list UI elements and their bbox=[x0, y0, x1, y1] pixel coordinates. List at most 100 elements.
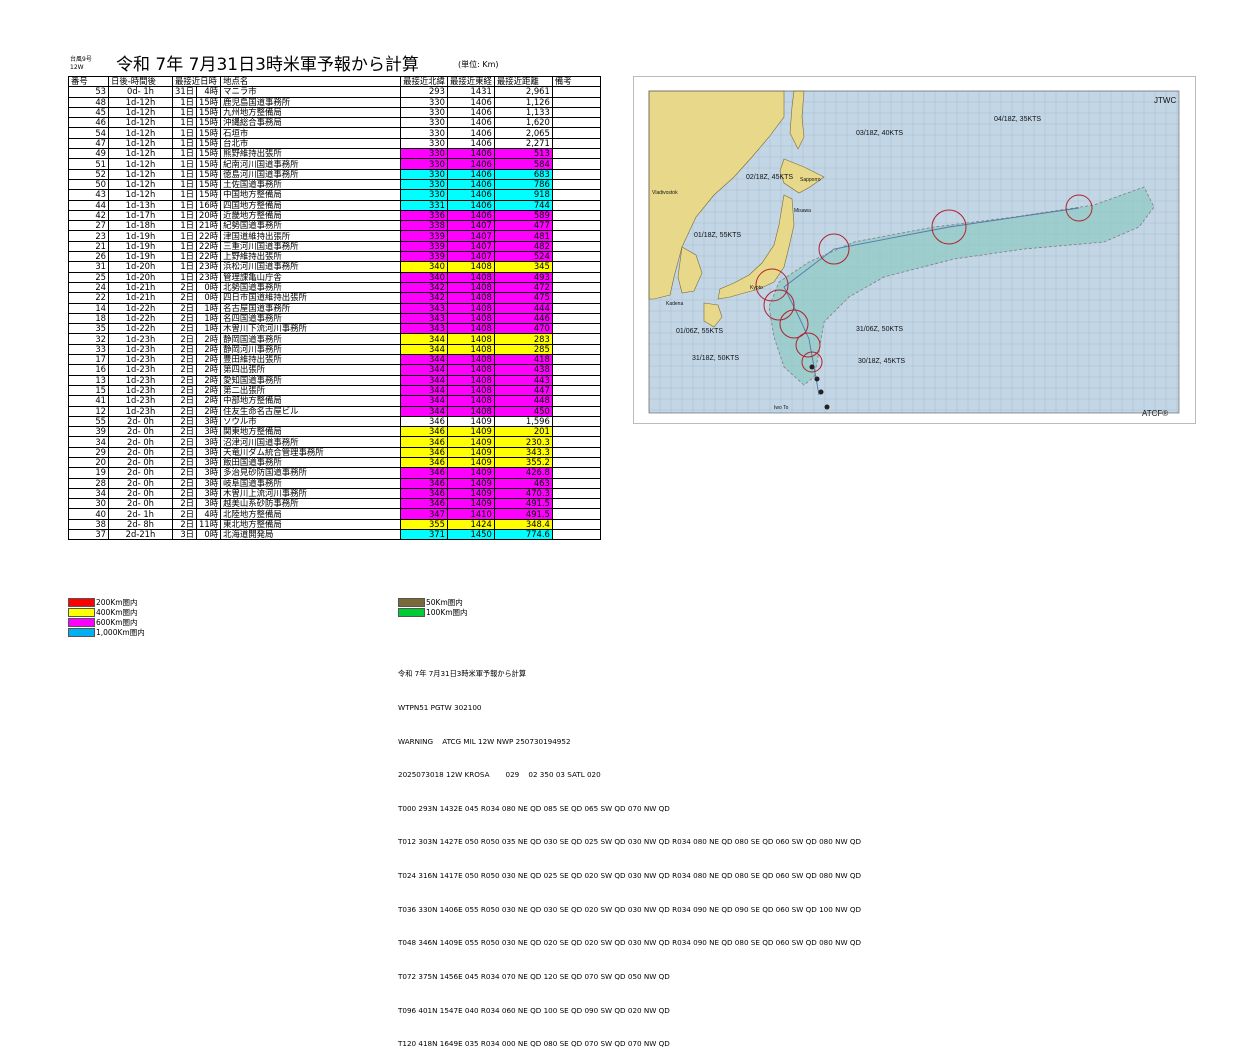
row-time: 4時 bbox=[196, 508, 222, 520]
row-after: 2d- 0h bbox=[108, 426, 173, 438]
row-time: 1時 bbox=[196, 302, 222, 314]
forecast-label: 03/18Z, 40KTS bbox=[856, 130, 903, 137]
row-lon: 1408 bbox=[446, 271, 495, 283]
row-note bbox=[551, 117, 601, 129]
row-after: 1d-12h bbox=[108, 178, 173, 191]
table-row: 44 1d-13h 1日 16時 四国地方整備局 331 1406 744 bbox=[68, 199, 601, 211]
row-time: 3時 bbox=[196, 415, 222, 428]
row-lat: 343 bbox=[400, 312, 448, 325]
row-number: 41 bbox=[68, 395, 109, 407]
row-date: 1日 bbox=[171, 209, 198, 222]
row-after: 1d-12h bbox=[108, 168, 173, 180]
col-header-note: 備考 bbox=[551, 75, 601, 88]
row-place-name: 紀南河川国道事務所 bbox=[220, 158, 402, 170]
row-distance: 524 bbox=[493, 251, 553, 263]
row-place-name: 近畿地方整備局 bbox=[220, 209, 402, 222]
row-lat: 344 bbox=[400, 364, 448, 376]
row-time: 11時 bbox=[196, 518, 222, 531]
row-lat: 339 bbox=[400, 240, 448, 253]
row-lon: 1406 bbox=[446, 178, 495, 191]
row-lat: 330 bbox=[400, 117, 448, 129]
row-lat: 330 bbox=[400, 158, 448, 170]
row-lat: 330 bbox=[400, 127, 448, 139]
row-date: 2日 bbox=[171, 395, 198, 407]
table-row: 54 1d-12h 1日 15時 石垣市 330 1406 2,065 bbox=[68, 127, 601, 139]
row-number: 18 bbox=[68, 312, 109, 325]
row-place-name: 四国地方整備局 bbox=[220, 199, 402, 211]
place-label: Misawa bbox=[794, 208, 811, 214]
legend-swatch bbox=[68, 598, 95, 607]
col-header-datetime: 最接近日時 bbox=[171, 75, 222, 88]
warning-line: T024 316N 1417E 050 R050 030 NE QD 025 S… bbox=[398, 871, 862, 881]
row-number: 25 bbox=[68, 271, 109, 283]
row-after: 1d-19h bbox=[108, 251, 173, 263]
row-date: 1日 bbox=[171, 127, 198, 139]
row-after: 1d-12h bbox=[108, 96, 173, 108]
row-number: 47 bbox=[68, 137, 109, 150]
row-lat: 336 bbox=[400, 209, 448, 222]
table-row: 15 1d-23h 2日 2時 第二出張所 344 1408 447 bbox=[68, 384, 601, 397]
row-lon: 1406 bbox=[446, 117, 495, 129]
table-row: 41 1d-23h 2日 2時 中部地方整備局 344 1408 448 bbox=[68, 395, 601, 407]
row-date: 2日 bbox=[171, 364, 198, 376]
warning-line: T096 401N 1547E 040 R034 060 NE QD 100 S… bbox=[398, 1005, 670, 1015]
row-note bbox=[551, 251, 601, 263]
row-lon: 1406 bbox=[446, 96, 495, 108]
page-title: 令和 7年 7月31日3時米軍予報から計算 bbox=[116, 55, 419, 75]
row-place-name: 中部地方整備局 bbox=[220, 395, 402, 407]
row-time: 15時 bbox=[196, 168, 222, 180]
row-place-name: 木曽川上流河川事務所 bbox=[220, 487, 402, 500]
row-time: 2時 bbox=[196, 333, 222, 345]
row-lon: 1407 bbox=[446, 220, 495, 232]
row-number: 20 bbox=[68, 456, 109, 469]
row-note bbox=[551, 261, 601, 273]
row-date: 1日 bbox=[171, 117, 198, 129]
table-row: 40 2d- 1h 2日 4時 北陸地方整備局 347 1410 491.5 bbox=[68, 508, 601, 520]
warning-line: T036 330N 1406E 055 R050 030 NE QD 030 S… bbox=[398, 904, 862, 914]
row-time: 0時 bbox=[196, 292, 222, 304]
row-note bbox=[551, 148, 601, 160]
row-distance: 472 bbox=[493, 281, 553, 294]
row-distance: 201 bbox=[493, 426, 553, 438]
row-date: 1日 bbox=[171, 137, 198, 150]
position-marker bbox=[818, 389, 824, 395]
row-note bbox=[551, 209, 601, 222]
row-number: 46 bbox=[68, 117, 109, 129]
jtwc-warning-text: 令和 7年 7月31日3時米軍予報から計算 WTPN51 PGTW 302100… bbox=[398, 646, 861, 1061]
row-date: 1日 bbox=[171, 148, 198, 160]
row-time: 2時 bbox=[196, 343, 222, 356]
row-lon: 1406 bbox=[446, 209, 495, 222]
row-lat: 344 bbox=[400, 343, 448, 356]
row-distance: 438 bbox=[493, 364, 553, 376]
row-number: 50 bbox=[68, 178, 109, 191]
row-time: 3時 bbox=[196, 487, 222, 500]
legend-item: 100Km圏内 bbox=[398, 608, 468, 618]
row-date: 1日 bbox=[171, 199, 198, 211]
row-time: 1時 bbox=[196, 312, 222, 325]
row-after: 1d-18h bbox=[108, 220, 173, 232]
row-after: 1d-21h bbox=[108, 292, 173, 304]
forecast-label: 01/06Z, 55KTS bbox=[676, 328, 723, 335]
table-row: 34 2d- 0h 2日 3時 木曽川上流河川事務所 346 1409 470.3 bbox=[68, 487, 601, 500]
storm-label: 台風9号 12W bbox=[70, 56, 92, 72]
row-number: 48 bbox=[68, 96, 109, 108]
row-place-name: 土佐国道事務所 bbox=[220, 178, 402, 191]
row-time: 15時 bbox=[196, 178, 222, 191]
position-marker bbox=[824, 404, 830, 410]
warning-line: 令和 7年 7月31日3時米軍予報から計算 bbox=[398, 669, 527, 679]
row-note bbox=[551, 158, 601, 170]
row-note bbox=[551, 456, 601, 469]
row-date: 2日 bbox=[171, 426, 198, 438]
row-note bbox=[551, 436, 601, 448]
row-lat: 346 bbox=[400, 456, 448, 469]
row-after: 2d- 0h bbox=[108, 436, 173, 448]
row-number: 35 bbox=[68, 323, 109, 335]
row-lat: 338 bbox=[400, 220, 448, 232]
row-note bbox=[551, 333, 601, 345]
row-lat: 330 bbox=[400, 96, 448, 108]
row-lon: 1408 bbox=[446, 395, 495, 407]
row-place-name: 上野維持出張所 bbox=[220, 251, 402, 263]
row-number: 12 bbox=[68, 405, 109, 417]
table-row: 53 0d- 1h 31日 4時 マニラ市 293 1431 2,961 bbox=[68, 86, 601, 98]
table-row: 28 2d- 0h 2日 3時 岐阜国道事務所 346 1409 463 bbox=[68, 477, 601, 489]
